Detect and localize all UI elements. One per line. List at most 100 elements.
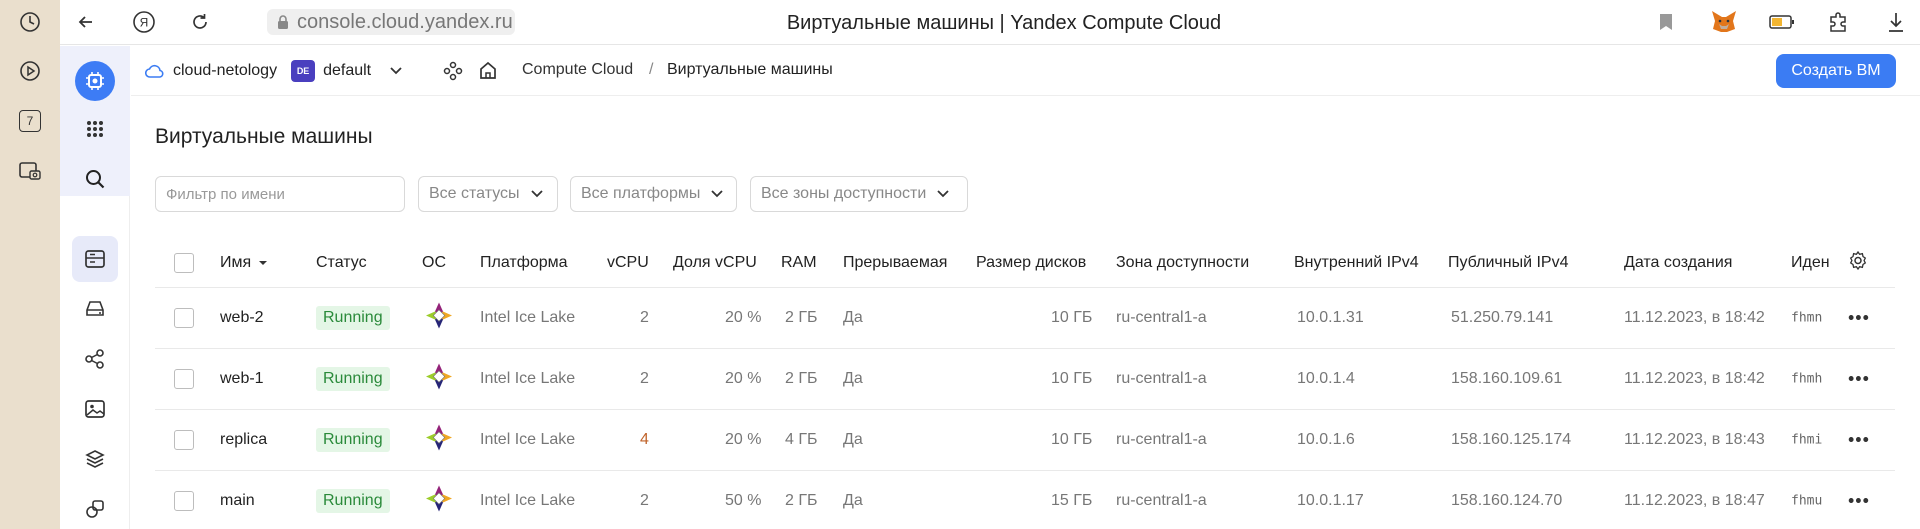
internal-ipv4: 10.0.1.6 xyxy=(1297,431,1355,448)
download-icon[interactable] xyxy=(1880,6,1912,38)
vm-name[interactable]: web-1 xyxy=(220,370,264,388)
calendar-icon[interactable]: 7 xyxy=(14,105,46,137)
column-header-internal-ipv4[interactable]: Внутренний IPv4 xyxy=(1294,254,1419,272)
centos-os-icon xyxy=(425,302,453,335)
column-settings-gear-icon[interactable] xyxy=(1848,250,1868,275)
preemptible: Да xyxy=(843,309,863,326)
table-row[interactable]: replica Running Intel Ice Lake 4 20 % 4 … xyxy=(155,410,1895,471)
images-icon[interactable] xyxy=(79,393,111,425)
vcpu-share: 50 % xyxy=(725,492,762,509)
chevron-down-icon[interactable] xyxy=(389,66,403,76)
row-checkbox[interactable] xyxy=(174,369,194,389)
page-title: Виртуальные машины xyxy=(155,125,373,148)
cloud-icon xyxy=(145,64,164,78)
created-date: 11.12.2023, в 18:43 xyxy=(1624,431,1765,448)
vm-table: Имя Статус ОС Платформа vCPU Доля vCPU R… xyxy=(155,238,1895,529)
folder-name: default xyxy=(323,62,372,79)
column-header-vcpu-share[interactable]: Доля vCPU xyxy=(673,254,757,272)
column-header-name-label: Имя xyxy=(220,253,252,271)
row-actions-more-icon[interactable]: ••• xyxy=(1848,430,1870,451)
snapshots-icon[interactable] xyxy=(79,493,111,525)
table-row[interactable]: main Running Intel Ice Lake 2 50 % 2 ГБ … xyxy=(155,471,1895,529)
history-icon[interactable] xyxy=(14,6,46,38)
breadcrumb-service[interactable]: Compute Cloud xyxy=(522,61,633,79)
column-header-public-ipv4[interactable]: Публичный IPv4 xyxy=(1448,254,1568,272)
network-icon[interactable] xyxy=(79,343,111,375)
name-filter-input[interactable]: Фильтр по имени xyxy=(155,176,405,212)
zone: ru-central1-a xyxy=(1116,370,1207,387)
home-icon[interactable] xyxy=(478,60,498,85)
created-date: 11.12.2023, в 18:42 xyxy=(1624,309,1765,326)
platform-filter-dropdown[interactable]: Все платформы xyxy=(570,176,737,212)
folder-badge: DE xyxy=(291,60,316,82)
row-checkbox[interactable] xyxy=(174,308,194,328)
table-row[interactable]: web-1 Running Intel Ice Lake 2 20 % 2 ГБ… xyxy=(155,349,1895,410)
zone-filter-label: Все зоны доступности xyxy=(761,185,927,202)
calendar-day: 7 xyxy=(19,110,41,132)
apps-grid-icon[interactable] xyxy=(79,113,111,145)
row-actions-more-icon[interactable]: ••• xyxy=(1848,369,1870,390)
chevron-down-icon xyxy=(530,190,543,198)
centos-os-icon xyxy=(425,485,453,518)
platform: Intel Ice Lake xyxy=(480,309,576,326)
column-header-status[interactable]: Статус xyxy=(316,254,367,272)
vcpu: 2 xyxy=(640,370,649,387)
virtual-machines-icon[interactable] xyxy=(72,236,118,282)
play-icon[interactable] xyxy=(14,55,46,87)
cloud-name: cloud-netology xyxy=(173,62,278,79)
disk-size: 10 ГБ xyxy=(1051,431,1093,448)
extensions-icon[interactable] xyxy=(1822,6,1854,38)
centos-os-icon xyxy=(425,363,453,396)
screenshot-icon[interactable] xyxy=(14,155,46,187)
bookmark-icon[interactable] xyxy=(1650,6,1682,38)
service-graph-icon[interactable] xyxy=(443,61,463,86)
column-header-created[interactable]: Дата создания xyxy=(1624,254,1732,272)
compute-service-logo-icon[interactable] xyxy=(75,61,115,101)
disk-size: 10 ГБ xyxy=(1051,370,1093,387)
public-ipv4: 158.160.109.61 xyxy=(1451,370,1563,387)
zone: ru-central1-a xyxy=(1116,492,1207,509)
vm-name[interactable]: replica xyxy=(220,431,267,449)
row-actions-more-icon[interactable]: ••• xyxy=(1848,308,1870,329)
layers-icon[interactable] xyxy=(79,443,111,475)
column-header-platform[interactable]: Платформа xyxy=(480,254,568,272)
table-row[interactable]: web-2 Running Intel Ice Lake 2 20 % 2 ГБ… xyxy=(155,288,1895,349)
column-header-os[interactable]: ОС xyxy=(422,254,446,272)
battery-icon xyxy=(1766,6,1798,38)
ram: 4 ГБ xyxy=(785,431,818,448)
internal-ipv4: 10.0.1.4 xyxy=(1297,370,1355,387)
disk-size: 15 ГБ xyxy=(1051,492,1093,509)
zone-filter-dropdown[interactable]: Все зоны доступности xyxy=(750,176,968,212)
column-header-ram[interactable]: RAM xyxy=(781,254,817,272)
chevron-down-icon xyxy=(711,190,723,198)
table-header-row: Имя Статус ОС Платформа vCPU Доля vCPU R… xyxy=(155,238,1895,288)
ram: 2 ГБ xyxy=(785,370,818,387)
vcpu-share: 20 % xyxy=(725,431,762,448)
vm-name[interactable]: main xyxy=(220,492,255,510)
row-checkbox[interactable] xyxy=(174,491,194,511)
created-date: 11.12.2023, в 18:42 xyxy=(1624,370,1765,387)
metamask-icon[interactable] xyxy=(1708,6,1740,38)
disks-icon[interactable] xyxy=(79,293,111,325)
cloud-selector[interactable]: cloud-netology DE default xyxy=(145,60,403,82)
column-header-id[interactable]: Иден xyxy=(1791,254,1830,272)
public-ipv4: 51.250.79.141 xyxy=(1451,309,1554,326)
select-all-checkbox[interactable] xyxy=(174,252,194,273)
internal-ipv4: 10.0.1.31 xyxy=(1297,309,1364,326)
vm-name[interactable]: web-2 xyxy=(220,309,264,327)
column-header-preemptible[interactable]: Прерываемая xyxy=(843,254,947,272)
row-checkbox[interactable] xyxy=(174,430,194,450)
preemptible: Да xyxy=(843,492,863,509)
vcpu-share: 20 % xyxy=(725,309,762,326)
column-header-name[interactable]: Имя xyxy=(220,254,268,272)
status-filter-dropdown[interactable]: Все статусы xyxy=(418,176,558,212)
column-header-zone[interactable]: Зона доступности xyxy=(1116,254,1249,272)
column-header-vcpu[interactable]: vCPU xyxy=(607,254,649,272)
search-icon[interactable] xyxy=(79,163,111,195)
column-header-disk-size[interactable]: Размер дисков xyxy=(976,254,1086,272)
row-actions-more-icon[interactable]: ••• xyxy=(1848,491,1870,512)
status-badge: Running xyxy=(316,306,390,330)
platform: Intel Ice Lake xyxy=(480,431,576,448)
create-vm-button[interactable]: Создать ВМ xyxy=(1776,54,1896,88)
browser-side-panel: 7 xyxy=(0,0,60,529)
